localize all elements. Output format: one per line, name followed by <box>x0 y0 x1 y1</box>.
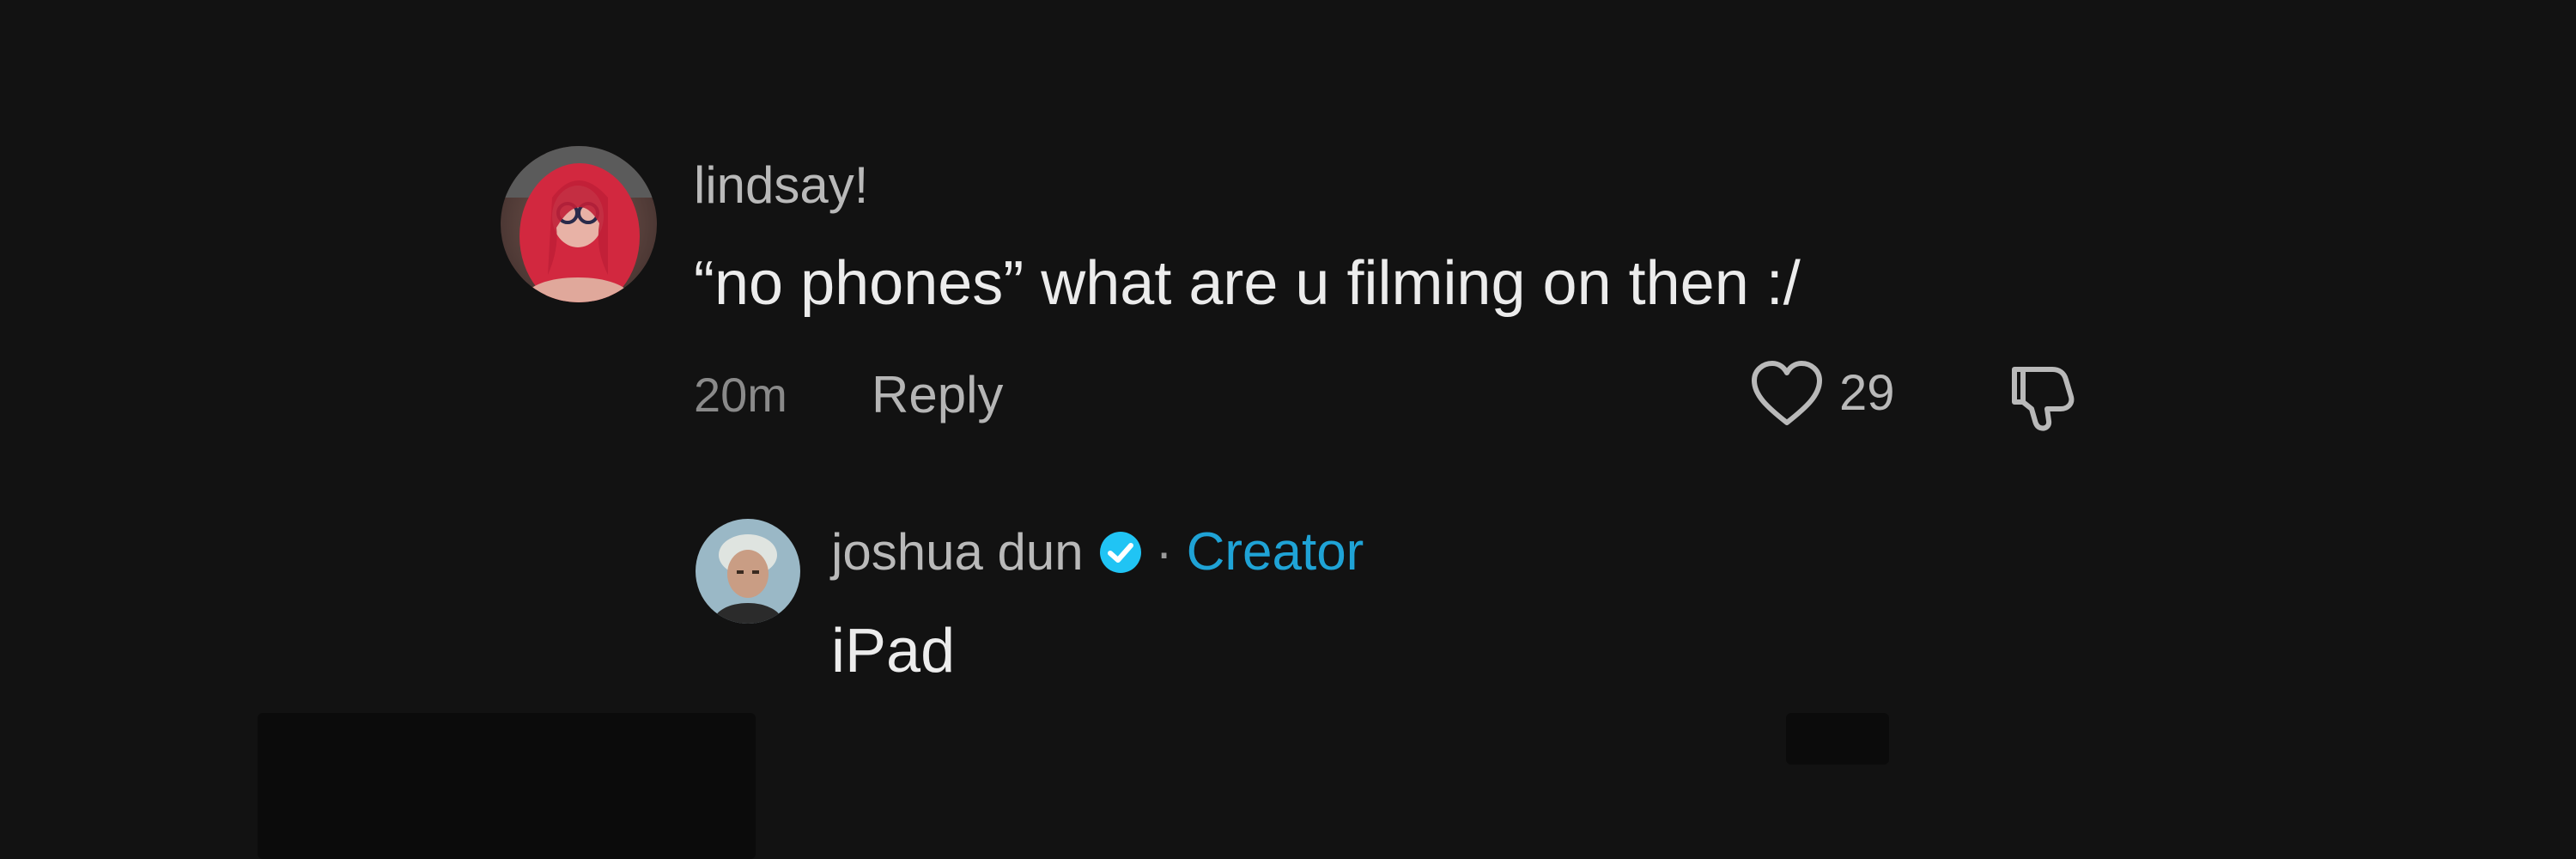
background-shadow <box>1786 713 1889 765</box>
thumbs-down-icon <box>2012 367 2075 431</box>
separator-dot: · <box>1155 523 1173 581</box>
creator-badge: Creator <box>1186 522 1364 582</box>
like-count: 29 <box>1839 365 1895 421</box>
comment-text: “no phones” what are u filming on then :… <box>694 249 1801 318</box>
comment-username[interactable]: lindsay! <box>694 160 868 211</box>
verified-check-icon <box>1099 532 1141 573</box>
heart-outline-icon <box>1752 361 1822 425</box>
reply-text: iPad <box>831 617 956 685</box>
comment-timestamp: 20m <box>694 368 787 422</box>
comment-thread: lindsay! “no phones” what are u filming … <box>0 0 2576 859</box>
reply-username[interactable]: joshua dun <box>831 527 1084 578</box>
reply-header: joshua dun · Creator <box>831 526 1364 579</box>
avatar-image <box>501 146 657 302</box>
reply-button[interactable]: Reply <box>872 369 1003 421</box>
reply-avatar-image <box>696 519 800 624</box>
background-shadow <box>258 713 756 859</box>
avatar[interactable] <box>501 146 657 302</box>
like-button[interactable]: 29 <box>1750 359 1895 428</box>
dislike-button[interactable] <box>2008 359 2083 436</box>
reply-avatar[interactable] <box>696 519 800 624</box>
